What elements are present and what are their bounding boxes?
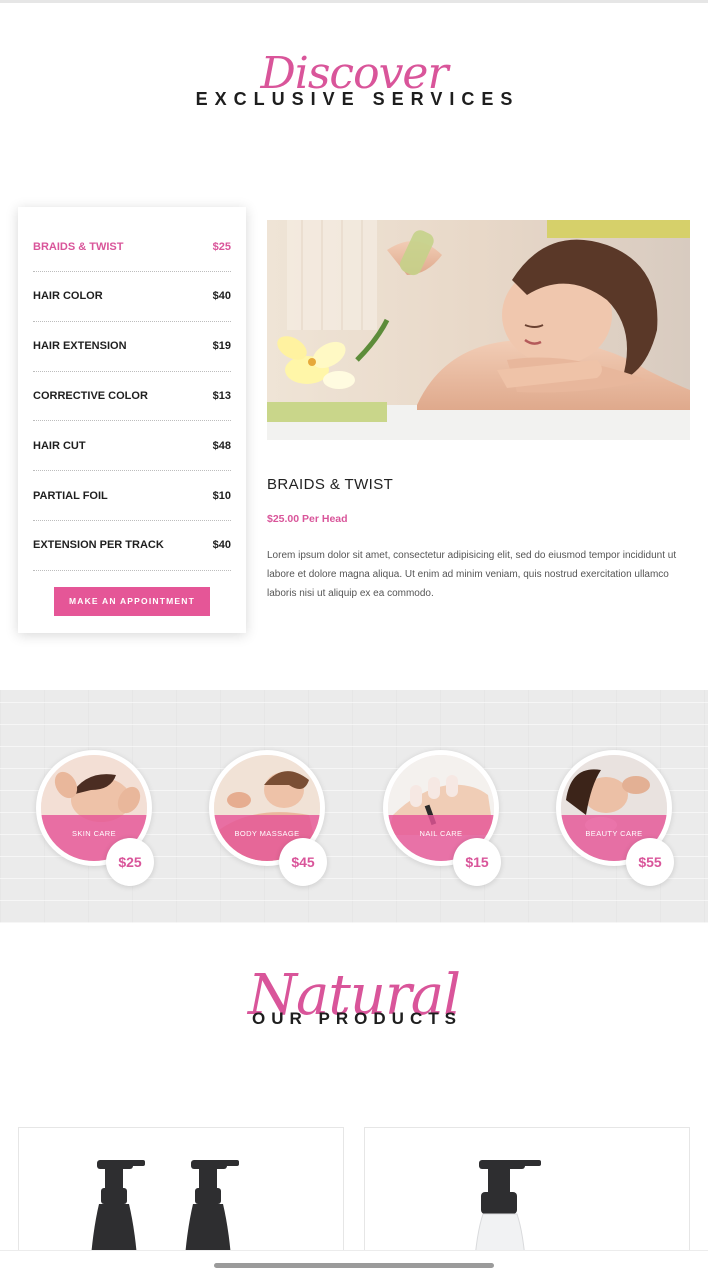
menu-item-name: BRAIDS & TWIST (33, 241, 124, 253)
service-tile-price: $45 (279, 838, 327, 886)
service-tile-price: $25 (106, 838, 154, 886)
menu-item-hair-cut[interactable]: HAIR CUT $48 (33, 421, 231, 472)
menu-item-name: HAIR CUT (33, 439, 86, 452)
menu-item-name: HAIR EXTENSION (33, 340, 127, 353)
menu-item-name: CORRECTIVE COLOR (33, 389, 148, 402)
menu-item-name: EXTENSION PER TRACK (33, 539, 164, 552)
menu-item-partial-foil[interactable]: PARTIAL FOIL $10 (33, 471, 231, 521)
menu-item-price: $19 (212, 340, 231, 353)
menu-item-price: $13 (212, 389, 231, 402)
menu-item-name: HAIR COLOR (33, 290, 103, 303)
menu-item-braids-twist[interactable]: BRAIDS & TWIST $25 (33, 207, 231, 272)
service-detail-price: $25.00 Per Head (267, 513, 348, 525)
service-tile-label: SKIN CARE (71, 829, 117, 838)
products-heading: Natural OUR PRODUCTS (0, 968, 708, 1028)
service-tile-beauty-care[interactable]: BEAUTY CARE $55 (556, 750, 674, 886)
menu-item-price: $40 (212, 539, 231, 552)
services-heading: Discover EXCLUSIVE SERVICES (0, 52, 708, 109)
bottom-gesture-bar (0, 1250, 708, 1280)
service-tile-body-massage[interactable]: BODY MASSAGE $45 (209, 750, 327, 886)
menu-item-name: PARTIAL FOIL (33, 489, 108, 502)
menu-item-price: $25 (212, 241, 231, 253)
menu-item-extension-per-track[interactable]: EXTENSION PER TRACK $40 (33, 521, 231, 571)
service-tile-price: $55 (626, 838, 674, 886)
menu-item-price: $40 (212, 290, 231, 303)
menu-item-hair-extension[interactable]: HAIR EXTENSION $19 (33, 322, 231, 372)
menu-item-hair-color[interactable]: HAIR COLOR $40 (33, 272, 231, 322)
menu-item-price: $48 (212, 439, 231, 452)
menu-item-price: $10 (212, 489, 231, 502)
price-menu-card: BRAIDS & TWIST $25 HAIR COLOR $40 HAIR E… (18, 207, 246, 633)
products-title: OUR PRODUCTS (252, 1009, 462, 1028)
service-detail-title: BRAIDS & TWIST (267, 476, 394, 493)
make-appointment-button[interactable]: MAKE AN APPOINTMENT (54, 586, 210, 616)
service-tile-label: NAIL CARE (419, 829, 463, 838)
menu-item-corrective-color[interactable]: CORRECTIVE COLOR $13 (33, 372, 231, 422)
service-tile-nail-care[interactable]: NAIL CARE $15 (383, 750, 501, 886)
service-detail-description: Lorem ipsum dolor sit amet, consectetur … (267, 550, 677, 599)
price-menu-list: BRAIDS & TWIST $25 HAIR COLOR $40 HAIR E… (33, 207, 231, 571)
service-tile-label: BEAUTY CARE (585, 829, 643, 838)
home-indicator[interactable] (214, 1263, 494, 1268)
service-tile-skin-care[interactable]: SKIN CARE $25 (36, 750, 154, 886)
service-tile-price: $15 (453, 838, 501, 886)
service-tiles-strip: SKIN CARE $25 BODY MASSAGE $45 NAIL CARE… (0, 690, 708, 923)
service-tile-label: BODY MASSAGE (234, 829, 300, 838)
top-divider (0, 0, 708, 3)
services-title: EXCLUSIVE SERVICES (195, 89, 520, 109)
featured-service-image (267, 220, 690, 440)
